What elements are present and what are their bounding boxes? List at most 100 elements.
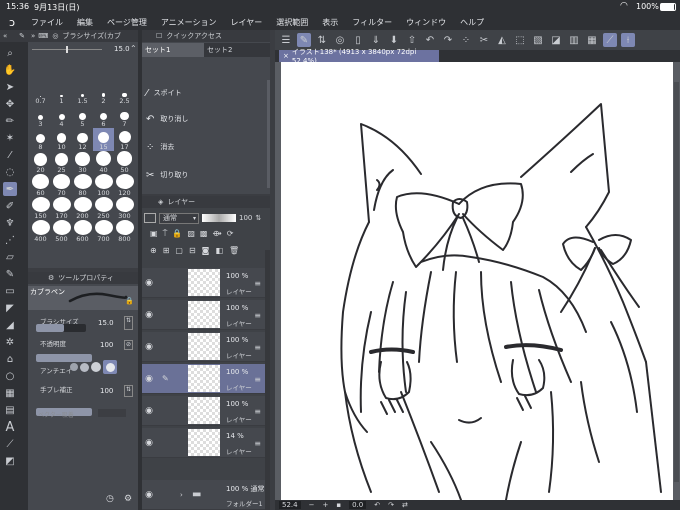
layer-row[interactable]: ◉ 100 % レイヤー ≡ [142,332,265,362]
brush-size-option[interactable]: 8 [30,128,51,151]
vector-snap-toggle[interactable] [98,409,126,417]
canvas-scrollbar[interactable] [674,82,679,482]
quick-item-eyedropper[interactable]: ⁄ スポイト [143,81,267,105]
brush-size-option[interactable]: 50 [114,151,135,174]
mask-icon[interactable]: ▩ [200,229,208,239]
brush-preview[interactable]: カブラペン 🔒 [28,286,138,310]
brush-tool-icon[interactable]: ♆ [3,216,17,230]
eye-icon[interactable]: ◉ [142,406,156,416]
gradient-tool-icon[interactable]: ◢ [3,318,17,332]
brush-size-option[interactable]: 300 [114,197,135,220]
brush-size-option[interactable]: 2 [93,82,114,105]
save-icon[interactable]: ⬇ [387,33,401,47]
layer-row[interactable]: ◉ 14 % レイヤー ≡ [142,428,265,458]
chevron-updown-icon[interactable]: ⇅ [255,214,261,222]
layer-menu-icon[interactable]: ≡ [254,439,261,448]
rotate-left-icon[interactable]: ↶ [374,501,380,509]
eye-icon[interactable]: ◉ [142,278,156,288]
layer-opacity-slider[interactable] [202,214,236,222]
clear-icon[interactable]: ⁘ [459,33,473,47]
decoration-tool-icon[interactable]: ✎ [3,267,17,281]
brush-size-option[interactable]: 800 [114,220,135,243]
export-icon[interactable]: ⇧ [405,33,419,47]
brush-size-option[interactable]: 25 [51,151,72,174]
opacity-link-icon[interactable]: ⊘ [124,340,133,350]
menu-filter[interactable]: フィルター [345,17,399,28]
new-vector-layer-icon[interactable]: ⊞ [163,246,170,255]
brush-size-option[interactable]: 17 [114,128,135,151]
color-swap-icon[interactable]: ◩ [3,454,17,468]
snap-special-icon[interactable]: ⟊ [621,33,635,47]
eye-icon[interactable]: ◉ [142,490,156,500]
eye-icon[interactable]: ◉ [142,374,156,384]
eye-icon[interactable]: ◉ [142,310,156,320]
brush-size-option[interactable]: 80 [72,174,93,197]
brush-size-option[interactable]: 100 [93,174,114,197]
airbrush-tool-icon[interactable]: ⋰ [3,233,17,247]
brush-size-option[interactable]: 1 [51,82,72,105]
redo-toolbar-icon[interactable]: ↷ [441,33,455,47]
brush-size-option[interactable]: 500 [51,220,72,243]
brush-size-prop-slider[interactable] [36,324,86,332]
pen-tool-icon[interactable]: ✒ [3,182,17,196]
line-correction-icon[interactable]: ⟋ [3,437,17,451]
menu-help[interactable]: ヘルプ [453,17,491,28]
text-A-icon[interactable]: A [3,420,17,435]
hand-tool-icon[interactable]: ✋ [3,63,17,77]
menu-animation[interactable]: アニメーション [154,17,224,28]
eye-icon[interactable]: ◉ [142,342,156,352]
lock-layer-icon[interactable]: 🔒 [172,229,182,239]
layer-menu-icon[interactable]: ≡ [254,343,261,352]
brush-size-option[interactable]: 150 [30,197,51,220]
hamburger-menu-icon[interactable]: ☰ [279,33,293,47]
invert-icon[interactable]: ▥ [567,33,581,47]
brush-size-option[interactable]: 15 [93,128,114,151]
brush-size-option[interactable]: 30 [72,151,93,174]
brush-size-option[interactable]: 1.5 [72,82,93,105]
brush-size-option[interactable]: 400 [30,220,51,243]
edit-mode-icon[interactable]: ✎ [297,33,311,47]
menu-file[interactable]: ファイル [24,17,70,28]
balloon-tool-icon[interactable]: ▤ [3,403,17,417]
quick-item-undo[interactable]: ↶ 取り消し [143,107,267,131]
menu-layer[interactable]: レイヤー [224,17,270,28]
collapse-icon[interactable]: « [3,32,7,40]
brush-size-option[interactable]: 40 [93,151,114,174]
frame-tool-icon[interactable]: ⌂ [3,352,17,366]
arrows-icon[interactable]: ⇅ [315,33,329,47]
crop-icon[interactable]: ◪ [549,33,563,47]
operation-tool-icon[interactable]: ➤ [3,80,17,94]
brush-size-option[interactable]: 3 [30,105,51,128]
layer-menu-icon[interactable]: ≡ [254,375,261,384]
zoom-value[interactable]: 52.4 [279,501,301,509]
lasso-tool-icon[interactable]: ◌ [3,165,17,179]
antialias-none[interactable] [70,363,78,371]
canvas-paper[interactable] [281,62,673,500]
brush-size-option[interactable]: 4 [51,105,72,128]
canvas-area[interactable] [275,62,680,500]
figure-tool-icon[interactable]: ✲ [3,335,17,349]
open-file-icon[interactable]: ⇓ [369,33,383,47]
rotate-right-icon[interactable]: ↷ [388,501,394,509]
clock-icon[interactable]: ◷ [106,494,114,504]
brush-size-option[interactable]: 700 [93,220,114,243]
layer-menu-icon[interactable]: ≡ [254,279,261,288]
stabilization-stepper[interactable]: ⇅ [124,385,133,397]
quick-item-erase[interactable]: ⁘ 消去 [143,135,267,159]
collapse-icon[interactable]: » [31,32,35,40]
new-folder-icon[interactable]: ▢ [175,246,183,255]
new-file-icon[interactable]: ▯ [351,33,365,47]
blend-tool-icon[interactable]: ▭ [3,284,17,298]
antialias-strong[interactable] [103,360,117,374]
brush-size-slider[interactable] [32,46,102,53]
chain-icon[interactable]: ⟴ [212,229,221,239]
close-tab-icon[interactable]: × [283,52,289,60]
auto-select-icon[interactable]: ✶ [3,131,17,145]
move-tool-icon[interactable]: ✥ [3,97,17,111]
deselect-icon[interactable]: ▧ [531,33,545,47]
show-selection-icon[interactable]: ▦ [585,33,599,47]
brush-size-option[interactable]: 0.7 [30,82,51,105]
merge-icon[interactable]: ⊟ [189,246,196,255]
cut-toolbar-icon[interactable]: ✂ [477,33,491,47]
antialias-options[interactable] [70,360,126,374]
